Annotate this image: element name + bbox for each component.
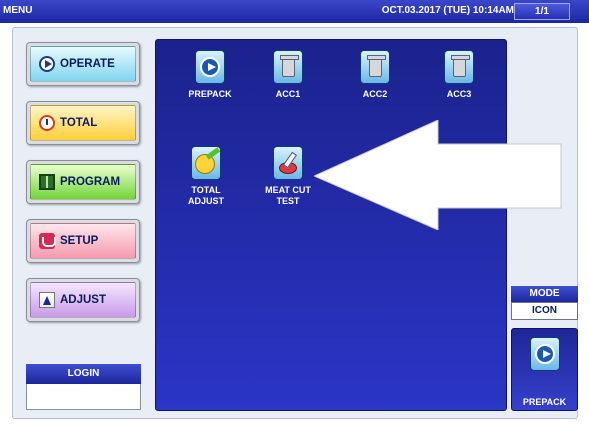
- pointer-arrow-icon: [314, 120, 562, 230]
- total-button[interactable]: TOTAL: [26, 101, 140, 145]
- setup-button[interactable]: SETUP: [26, 219, 140, 263]
- tile-label: TOTAL ADJUST: [187, 185, 224, 206]
- total-label: TOTAL: [60, 117, 98, 129]
- setup-icon: [39, 233, 56, 249]
- title-bar: MENU OCT.03.2017 (TUE) 10:14AM 1/1: [0, 0, 589, 23]
- tile-acc1[interactable]: ACC1: [253, 50, 323, 100]
- adjust-icon: [39, 292, 55, 308]
- page-indicator[interactable]: 1/1: [514, 3, 570, 20]
- trash-icon: [280, 55, 299, 77]
- play-circle-icon: [535, 344, 555, 364]
- clock-icon: [39, 115, 55, 131]
- tile-label: ACC2: [362, 89, 388, 99]
- operate-button[interactable]: OPERATE: [26, 42, 140, 86]
- program-label: PROGRAM: [60, 176, 121, 188]
- tile-acc3[interactable]: ACC3: [424, 50, 494, 100]
- trash-icon: [451, 55, 470, 77]
- tile-prepack[interactable]: PREPACK: [175, 50, 245, 100]
- book-icon: [39, 174, 55, 190]
- tile-label: ACC1: [275, 89, 301, 99]
- trash-icon: [367, 55, 386, 77]
- tile-label: PREPACK: [188, 89, 232, 99]
- adjust-label: ADJUST: [60, 294, 107, 306]
- prepack-shortcut-button[interactable]: PREPACK: [511, 328, 578, 411]
- operate-label: OPERATE: [60, 58, 115, 70]
- mode-box[interactable]: MODE ICON: [511, 286, 578, 321]
- mode-value: ICON: [511, 302, 578, 320]
- meat-knife-icon: [279, 162, 297, 174]
- date-time: OCT.03.2017 (TUE) 10:14AM: [381, 5, 514, 16]
- prepack-shortcut-label: PREPACK: [522, 397, 567, 407]
- login-box: LOGIN: [26, 364, 141, 410]
- program-button[interactable]: PROGRAM: [26, 160, 140, 204]
- tile-label: ACC3: [446, 89, 472, 99]
- mode-label: MODE: [511, 286, 578, 302]
- play-circle-icon: [39, 56, 55, 72]
- login-label: LOGIN: [26, 364, 141, 384]
- setup-label: SETUP: [60, 235, 99, 247]
- tile-label: MEAT CUT TEST: [265, 185, 311, 206]
- login-field[interactable]: [26, 384, 141, 410]
- adjust-button[interactable]: ADJUST: [26, 278, 140, 322]
- pie-chart-icon: [195, 154, 215, 174]
- play-circle-icon: [200, 57, 220, 77]
- page-title: MENU: [3, 5, 33, 16]
- tile-total-adjust[interactable]: TOTAL ADJUST: [171, 146, 241, 207]
- tile-meat-cut-test[interactable]: MEAT CUT TEST: [253, 146, 323, 207]
- tile-acc2[interactable]: ACC2: [340, 50, 410, 100]
